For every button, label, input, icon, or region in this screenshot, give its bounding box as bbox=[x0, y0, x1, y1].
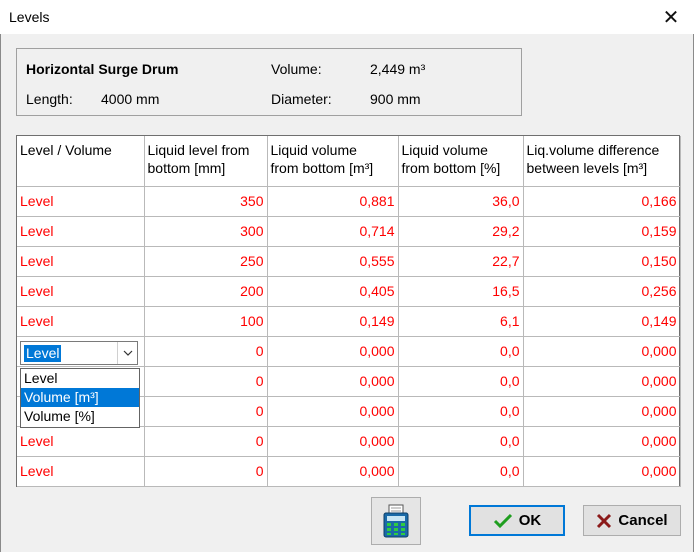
cell-volume-m3[interactable]: 0,000 bbox=[267, 366, 399, 397]
chevron-down-icon bbox=[123, 350, 132, 356]
cell-mode[interactable]: Level bbox=[17, 246, 145, 277]
cell-level-mm[interactable]: 350 bbox=[144, 186, 268, 217]
volume-value: 2,449 m³ bbox=[370, 61, 426, 77]
table-row[interactable]: Level 0 0,000 0,0 0,000 bbox=[17, 426, 681, 457]
table-row[interactable]: Level 350 0,881 36,0 0,166 bbox=[17, 186, 681, 217]
ok-button[interactable]: OK bbox=[469, 505, 565, 536]
cell-volume-m3[interactable]: 0,000 bbox=[267, 336, 399, 367]
table-row[interactable]: Level 0 0,000 0,0 0,000 bbox=[17, 336, 681, 367]
cell-mode[interactable]: Level bbox=[17, 276, 145, 307]
cell-volume-m3[interactable]: 0,149 bbox=[267, 306, 399, 337]
ok-button-label: OK bbox=[518, 512, 542, 529]
cell-volume-diff: 0,166 bbox=[523, 186, 681, 217]
cell-volume-m3[interactable]: 0,000 bbox=[267, 426, 399, 457]
cell-volume-pct[interactable]: 6,1 bbox=[398, 306, 524, 337]
cell-volume-m3[interactable]: 0,714 bbox=[267, 216, 399, 247]
cell-volume-diff: 0,000 bbox=[523, 426, 681, 457]
combo-selected-value: Level bbox=[24, 344, 62, 362]
cell-level-mm[interactable]: 300 bbox=[144, 216, 268, 247]
cross-icon bbox=[597, 513, 612, 528]
length-value: 4000 mm bbox=[101, 91, 160, 107]
cell-mode[interactable]: Level bbox=[17, 186, 145, 217]
cell-volume-pct[interactable]: 0,0 bbox=[398, 396, 524, 427]
close-button[interactable]: ✕ bbox=[648, 0, 694, 34]
cell-mode[interactable]: Level bbox=[17, 456, 145, 487]
vessel-info-panel: Horizontal Surge Drum Volume: 2,449 m³ L… bbox=[16, 48, 522, 116]
cell-level-mm[interactable]: 200 bbox=[144, 276, 268, 307]
col-header-level-volume: Level / Volume bbox=[17, 136, 145, 187]
cell-volume-diff: 0,000 bbox=[523, 396, 681, 427]
cell-volume-pct[interactable]: 0,0 bbox=[398, 366, 524, 397]
cell-mode[interactable]: Level bbox=[17, 216, 145, 247]
table-row[interactable]: Level 200 0,405 16,5 0,256 bbox=[17, 276, 681, 307]
dropdown-option-volume-m3[interactable]: Volume [m³] bbox=[21, 388, 139, 407]
cell-volume-pct[interactable]: 29,2 bbox=[398, 216, 524, 247]
cell-level-mm[interactable]: 0 bbox=[144, 396, 268, 427]
diameter-label: Diameter: bbox=[271, 91, 332, 107]
mode-dropdown-list[interactable]: Level Volume [m³] Volume [%] bbox=[20, 368, 140, 428]
cell-volume-pct[interactable]: 0,0 bbox=[398, 426, 524, 457]
cell-level-mm[interactable]: 0 bbox=[144, 456, 268, 487]
checkmark-icon bbox=[493, 513, 512, 528]
col-header-volume-diff: Liq.volume difference between levels [m³] bbox=[523, 136, 681, 187]
dropdown-option-volume-pct[interactable]: Volume [%] bbox=[21, 407, 139, 426]
cell-volume-m3[interactable]: 0,555 bbox=[267, 246, 399, 277]
cell-volume-m3[interactable]: 0,881 bbox=[267, 186, 399, 217]
cancel-button[interactable]: Cancel bbox=[583, 505, 681, 536]
cell-volume-pct[interactable]: 22,7 bbox=[398, 246, 524, 277]
table-row[interactable]: Level 250 0,555 22,7 0,150 bbox=[17, 246, 681, 277]
calculator-icon bbox=[383, 504, 409, 538]
cell-mode[interactable]: Level bbox=[17, 426, 145, 457]
cell-volume-diff: 0,000 bbox=[523, 456, 681, 487]
cell-volume-m3[interactable]: 0,000 bbox=[267, 396, 399, 427]
mode-combobox[interactable]: Level bbox=[20, 340, 138, 365]
cell-volume-pct[interactable]: 36,0 bbox=[398, 186, 524, 217]
cell-level-mm[interactable]: 250 bbox=[144, 246, 268, 277]
cancel-button-label: Cancel bbox=[618, 512, 668, 529]
table-row[interactable]: Level 300 0,714 29,2 0,159 bbox=[17, 216, 681, 247]
levels-grid[interactable]: Level / Volume Liquid level from bottom [… bbox=[16, 135, 681, 487]
header-row: Level / Volume Liquid level from bottom [… bbox=[17, 136, 681, 187]
cell-volume-diff: 0,149 bbox=[523, 306, 681, 337]
cell-mode[interactable]: Level bbox=[17, 306, 145, 337]
window-border-left bbox=[0, 34, 1, 552]
cell-level-mm[interactable]: 0 bbox=[144, 426, 268, 457]
cell-volume-m3[interactable]: 0,405 bbox=[267, 276, 399, 307]
cell-level-mm[interactable]: 0 bbox=[144, 336, 268, 367]
cell-volume-pct[interactable]: 0,0 bbox=[398, 456, 524, 487]
levels-table: Level / Volume Liquid level from bottom [… bbox=[17, 136, 681, 487]
col-header-liquid-level: Liquid level from bottom [mm] bbox=[144, 136, 268, 187]
cell-volume-m3[interactable]: 0,000 bbox=[267, 456, 399, 487]
diameter-value: 900 mm bbox=[370, 91, 421, 107]
cell-volume-pct[interactable]: 16,5 bbox=[398, 276, 524, 307]
cell-level-mm[interactable]: 0 bbox=[144, 366, 268, 397]
table-row[interactable]: Level 100 0,149 6,1 0,149 bbox=[17, 306, 681, 337]
cell-volume-diff: 0,256 bbox=[523, 276, 681, 307]
cell-volume-diff: 0,150 bbox=[523, 246, 681, 277]
table-row[interactable]: Level 0 0,000 0,0 0,000 bbox=[17, 456, 681, 487]
col-header-volume-pct: Liquid volume from bottom [%] bbox=[398, 136, 524, 187]
calculate-button[interactable] bbox=[371, 497, 421, 545]
close-icon: ✕ bbox=[662, 6, 680, 29]
window-title: Levels bbox=[9, 9, 50, 25]
vessel-name: Horizontal Surge Drum bbox=[26, 61, 179, 77]
dropdown-option-level[interactable]: Level bbox=[21, 369, 139, 388]
volume-label: Volume: bbox=[271, 61, 322, 77]
cell-volume-diff: 0,159 bbox=[523, 216, 681, 247]
length-label: Length: bbox=[26, 91, 73, 107]
combo-dropdown-button[interactable] bbox=[117, 341, 137, 364]
cell-volume-diff: 0,000 bbox=[523, 336, 681, 367]
cell-level-mm[interactable]: 100 bbox=[144, 306, 268, 337]
cell-mode-editor[interactable]: Level bbox=[17, 336, 145, 367]
title-bar: Levels ✕ bbox=[0, 0, 694, 34]
cell-volume-pct[interactable]: 0,0 bbox=[398, 336, 524, 367]
cell-volume-diff: 0,000 bbox=[523, 366, 681, 397]
col-header-volume-m3: Liquid volume from bottom [m³] bbox=[267, 136, 399, 187]
